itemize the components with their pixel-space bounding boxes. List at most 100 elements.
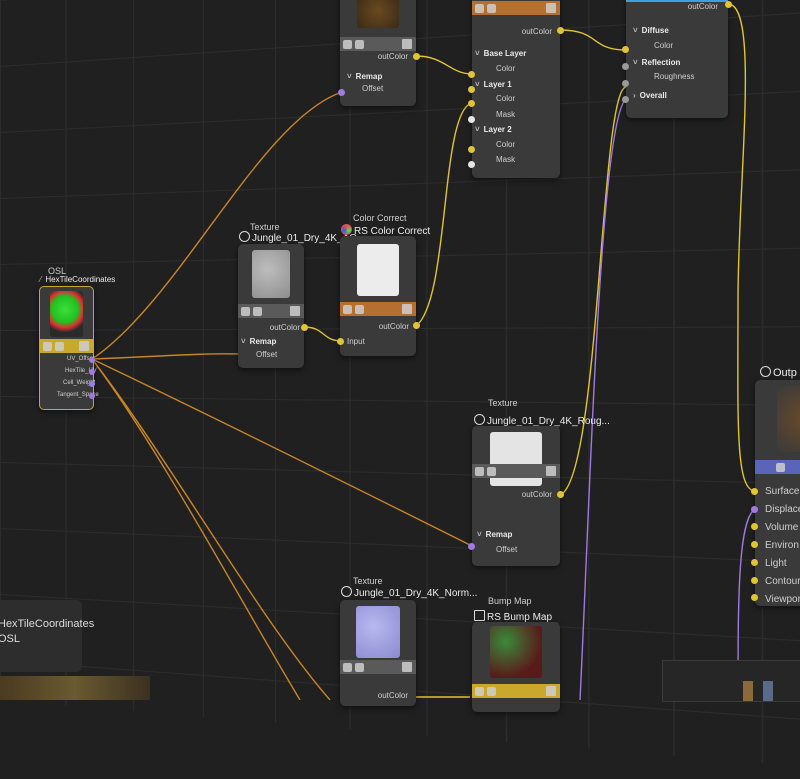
bump-map-node[interactable] (472, 622, 560, 712)
base-layer-group[interactable]: ˅ Base Layer (475, 49, 526, 58)
normal-texture-node[interactable]: outColor (340, 600, 416, 706)
image-icon[interactable] (253, 306, 262, 316)
minimap-panel[interactable] (662, 660, 800, 702)
rough-subtitle: Texture (488, 398, 518, 408)
surface-socket[interactable] (751, 488, 758, 495)
rough-out-socket[interactable] (557, 491, 564, 498)
diffuse-group[interactable]: ˅ Diffuse (633, 26, 669, 35)
cc-out-socket[interactable] (413, 322, 420, 329)
script-icon: ⁄ (40, 275, 42, 284)
cc-subtitle: Color Correct (353, 213, 407, 223)
preview-icon[interactable] (343, 304, 352, 314)
preview-icon[interactable] (343, 39, 352, 49)
layer1-group[interactable]: ˅ Layer 1 (475, 80, 512, 89)
reflection-group[interactable]: ˅ Reflection (633, 58, 680, 67)
rough-offset-socket[interactable] (468, 543, 475, 550)
environment-socket[interactable] (751, 541, 758, 548)
diffuse-color-socket[interactable] (622, 46, 629, 53)
image-icon[interactable] (487, 466, 496, 476)
wire-material-to-surface (727, 3, 756, 492)
image-icon[interactable] (55, 341, 64, 351)
preview-icon[interactable] (475, 466, 484, 476)
menu-icon[interactable] (402, 304, 412, 314)
node-info-panel[interactable]: HexTileCoordinates OSL (0, 600, 94, 672)
ao-out-label: outColor (269, 323, 300, 332)
rough-toolbar (472, 464, 560, 478)
layer-toolbar (472, 1, 560, 15)
contour-socket[interactable] (751, 577, 758, 584)
volume-socket[interactable] (751, 523, 758, 530)
viewport-socket[interactable] (751, 594, 758, 601)
normal-title[interactable]: Jungle_01_Dry_4K_Norm... (341, 586, 477, 599)
menu-icon[interactable] (546, 3, 556, 13)
layer1-color-socket[interactable] (468, 100, 475, 107)
preview-icon[interactable] (475, 686, 484, 696)
layer2-group[interactable]: ˅ Layer 2 (475, 125, 512, 134)
menu-icon[interactable] (290, 306, 300, 316)
wire-uv-to-rough-remap (91, 358, 473, 547)
preview-icon[interactable] (475, 3, 484, 13)
preview-icon[interactable] (241, 306, 250, 316)
layer2-color-socket[interactable] (468, 146, 475, 153)
output-title[interactable]: Outp (760, 366, 797, 379)
top-texture-node[interactable]: outColor ˅ Remap Offset (340, 0, 416, 106)
panel-subtitle: OSL (0, 633, 21, 645)
base-layer-text: Base Layer (483, 49, 527, 58)
output-port-surface: Surface (765, 486, 800, 497)
ao-remap-group[interactable]: ˅ Remap (241, 337, 276, 346)
top-texture-offset-socket[interactable] (338, 89, 345, 96)
cell-weight-socket[interactable] (89, 381, 95, 387)
layer-node[interactable]: outColor ˅ Base Layer Color ˅ Layer 1 Colo… (472, 0, 560, 178)
image-icon[interactable] (487, 686, 496, 696)
layer1-socket[interactable] (468, 86, 475, 93)
ao-out-socket[interactable] (301, 324, 308, 331)
output-port-displace: Displace (765, 504, 800, 515)
menu-icon[interactable] (546, 686, 556, 696)
image-icon[interactable] (487, 3, 496, 13)
roughness-socket[interactable] (622, 80, 629, 87)
image-icon[interactable] (776, 462, 785, 472)
hex-node-title[interactable]: ⁄ HexTileCoordinates (40, 275, 115, 284)
normal-thumbnail (356, 606, 400, 658)
layer1-mask-socket[interactable] (468, 116, 475, 123)
displace-socket[interactable] (751, 506, 758, 513)
menu-icon[interactable] (402, 39, 412, 49)
layer-out-socket[interactable] (557, 27, 564, 34)
top-texture-remap-label[interactable]: ˅ Remap (347, 72, 382, 81)
base-color-socket[interactable] (468, 71, 475, 78)
color-correct-node[interactable]: outColor Input (340, 236, 416, 356)
normal-subtitle: Texture (353, 576, 383, 586)
overall-socket[interactable] (622, 96, 629, 103)
preview-icon[interactable] (343, 662, 352, 672)
uv-offset-socket[interactable] (89, 357, 95, 363)
cc-input-socket[interactable] (337, 338, 344, 345)
tangent-space-socket[interactable] (89, 393, 95, 399)
menu-icon[interactable] (79, 341, 89, 351)
top-texture-out-socket[interactable] (413, 53, 420, 60)
ao-offset-label: Offset (256, 350, 278, 359)
cc-thumbnail (357, 244, 399, 296)
light-socket[interactable] (751, 559, 758, 566)
menu-icon[interactable] (402, 662, 412, 672)
image-icon[interactable] (355, 39, 364, 49)
reflection-socket[interactable] (622, 63, 629, 70)
preview-icon[interactable] (43, 341, 52, 351)
material-node[interactable]: outColor ˅ Diffuse Color ˅ Reflection Roug… (626, 0, 728, 118)
layer2-mask-socket[interactable] (468, 161, 475, 168)
image-icon[interactable] (355, 304, 364, 314)
output-node[interactable]: Surface Displace Volume Environ Light Co… (755, 380, 800, 606)
menu-icon[interactable] (546, 466, 556, 476)
rough-offset-label: Offset (496, 545, 518, 554)
layer1-text: Layer 1 (483, 80, 512, 89)
hextile-uv-socket[interactable] (89, 369, 95, 375)
hex-tile-node[interactable]: UV_Offset HexTile_UV Cell_Weight Tangent… (39, 286, 99, 410)
ao-texture-node[interactable]: outColor ˅ Remap Offset (238, 244, 304, 368)
rough-remap-group[interactable]: ˅ Remap (477, 530, 512, 539)
image-icon[interactable] (355, 662, 364, 672)
wire-layer-to-diffuse (559, 29, 627, 51)
rough-texture-node[interactable]: outColor ˅ Remap Offset (472, 426, 560, 566)
output-port-light: Light (765, 558, 787, 569)
overall-group[interactable]: › Overall (633, 91, 667, 100)
hex-node-toolbar (40, 339, 93, 353)
material-out-socket[interactable] (725, 1, 732, 8)
